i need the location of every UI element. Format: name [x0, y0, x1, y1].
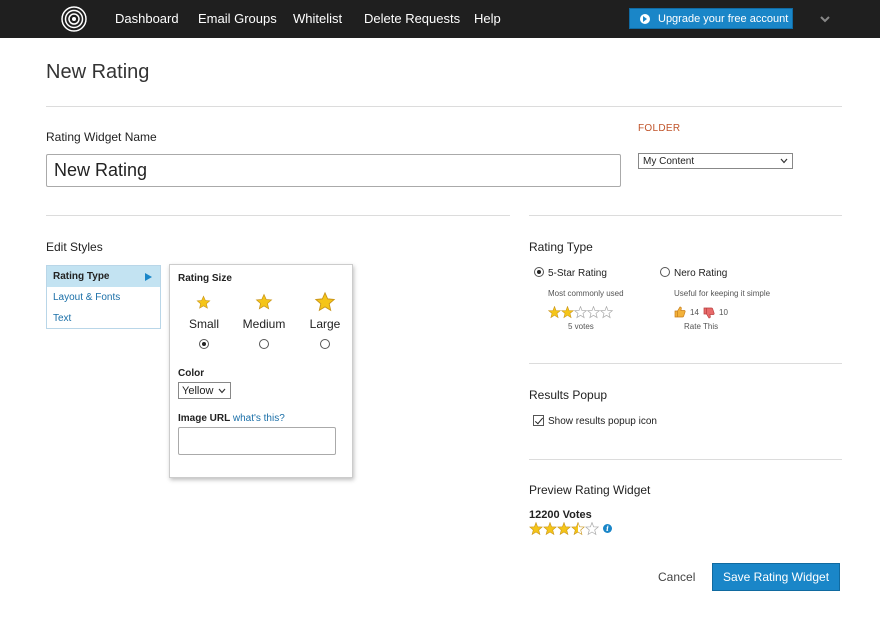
tab-label: Text	[53, 313, 72, 324]
arrow-right-icon	[145, 273, 152, 281]
widget-name-input[interactable]	[46, 154, 621, 187]
size-large-radio[interactable]	[320, 339, 330, 349]
color-select[interactable]: Yellow	[178, 382, 231, 399]
nav-whitelist[interactable]: Whitelist	[293, 11, 342, 26]
divider	[46, 215, 510, 216]
play-circle-icon	[640, 13, 650, 24]
star-icon	[557, 522, 571, 536]
nav-help[interactable]: Help	[474, 11, 501, 26]
five-star-votes: 5 votes	[568, 322, 594, 331]
preview-heading: Preview Rating Widget	[529, 483, 651, 497]
show-results-popup-label: Show results popup icon	[548, 416, 657, 427]
nero-up-count: 14	[690, 308, 699, 317]
image-url-label-text: Image URL	[178, 413, 231, 424]
nav-dashboard[interactable]: Dashboard	[115, 11, 179, 26]
size-small-radio[interactable]	[199, 339, 209, 349]
chevron-down-icon	[780, 158, 788, 164]
divider	[529, 363, 842, 364]
preview-rating-stars[interactable]	[529, 522, 599, 536]
top-nav-bar: Dashboard Email Groups Whitelist Delete …	[0, 0, 880, 38]
style-tabs: Rating Type Layout & Fonts Text	[46, 265, 161, 329]
logo-icon[interactable]	[61, 6, 87, 32]
edit-styles-heading: Edit Styles	[46, 240, 103, 254]
upgrade-label: Upgrade your free account	[658, 12, 789, 25]
nav-email-groups[interactable]: Email Groups	[198, 11, 277, 26]
nav-delete-requests[interactable]: Delete Requests	[364, 11, 460, 26]
size-medium-radio[interactable]	[259, 339, 269, 349]
chevron-down-icon	[218, 388, 226, 394]
tab-text[interactable]: Text	[47, 308, 160, 329]
star-icon	[314, 291, 336, 312]
info-icon[interactable]: i	[603, 524, 612, 533]
star-icon	[255, 293, 273, 310]
nero-rating-label: Nero Rating	[674, 268, 728, 279]
upgrade-account-button[interactable]: Upgrade your free account	[629, 8, 793, 29]
preview-votes: 12200 Votes	[529, 509, 592, 521]
image-url-input[interactable]	[178, 427, 336, 455]
five-star-description: Most commonly used	[548, 289, 624, 298]
rating-type-heading: Rating Type	[529, 240, 593, 254]
star-icon	[548, 306, 562, 319]
show-results-popup-checkbox[interactable]	[533, 415, 544, 426]
folder-select[interactable]: My Content	[638, 153, 793, 169]
save-rating-widget-button[interactable]: Save Rating Widget	[712, 563, 840, 591]
star-icon	[543, 522, 557, 536]
divider	[529, 215, 842, 216]
folder-select-value: My Content	[643, 155, 695, 167]
star-icon	[529, 522, 543, 536]
star-outline-icon	[599, 306, 614, 319]
size-large-label: Large	[309, 317, 341, 331]
tab-layout-fonts[interactable]: Layout & Fonts	[47, 287, 160, 308]
divider	[529, 459, 842, 460]
color-label: Color	[178, 368, 205, 379]
nero-rate-this: Rate This	[684, 322, 719, 331]
size-small-label: Small	[188, 317, 220, 331]
results-popup-heading: Results Popup	[529, 388, 608, 402]
thumbs-down-icon	[703, 307, 715, 319]
tab-label: Layout & Fonts	[53, 292, 121, 303]
rating-size-heading: Rating Size	[178, 273, 232, 284]
cancel-button[interactable]: Cancel	[658, 570, 695, 584]
star-outline-icon	[586, 306, 601, 319]
star-icon	[196, 295, 211, 309]
image-url-label: Image URL what's this?	[178, 413, 285, 424]
thumbs-up-icon	[674, 306, 686, 318]
rating-type-panel: Rating Size Small Medium Large Color Yel…	[169, 264, 353, 478]
size-medium-label: Medium	[242, 317, 286, 331]
five-star-label: 5-Star Rating	[548, 268, 607, 279]
star-half-icon	[571, 522, 585, 536]
tab-label: Rating Type	[53, 271, 110, 282]
widget-name-label: Rating Widget Name	[46, 130, 157, 144]
whats-this-link[interactable]: what's this?	[233, 413, 285, 424]
nero-down-count: 10	[719, 308, 728, 317]
star-outline-icon	[573, 306, 588, 319]
five-star-example-stars	[548, 306, 614, 319]
chevron-down-icon[interactable]	[818, 12, 832, 26]
star-icon	[560, 306, 575, 319]
folder-label: FOLDER	[638, 123, 681, 134]
nero-rating-radio[interactable]	[660, 267, 670, 277]
page-title: New Rating	[46, 61, 150, 83]
color-select-value: Yellow	[182, 384, 214, 397]
nero-description: Useful for keeping it simple	[674, 289, 771, 298]
five-star-radio[interactable]	[534, 267, 544, 277]
divider	[46, 106, 842, 107]
tab-rating-type[interactable]: Rating Type	[47, 266, 160, 287]
star-outline-icon	[584, 522, 599, 536]
